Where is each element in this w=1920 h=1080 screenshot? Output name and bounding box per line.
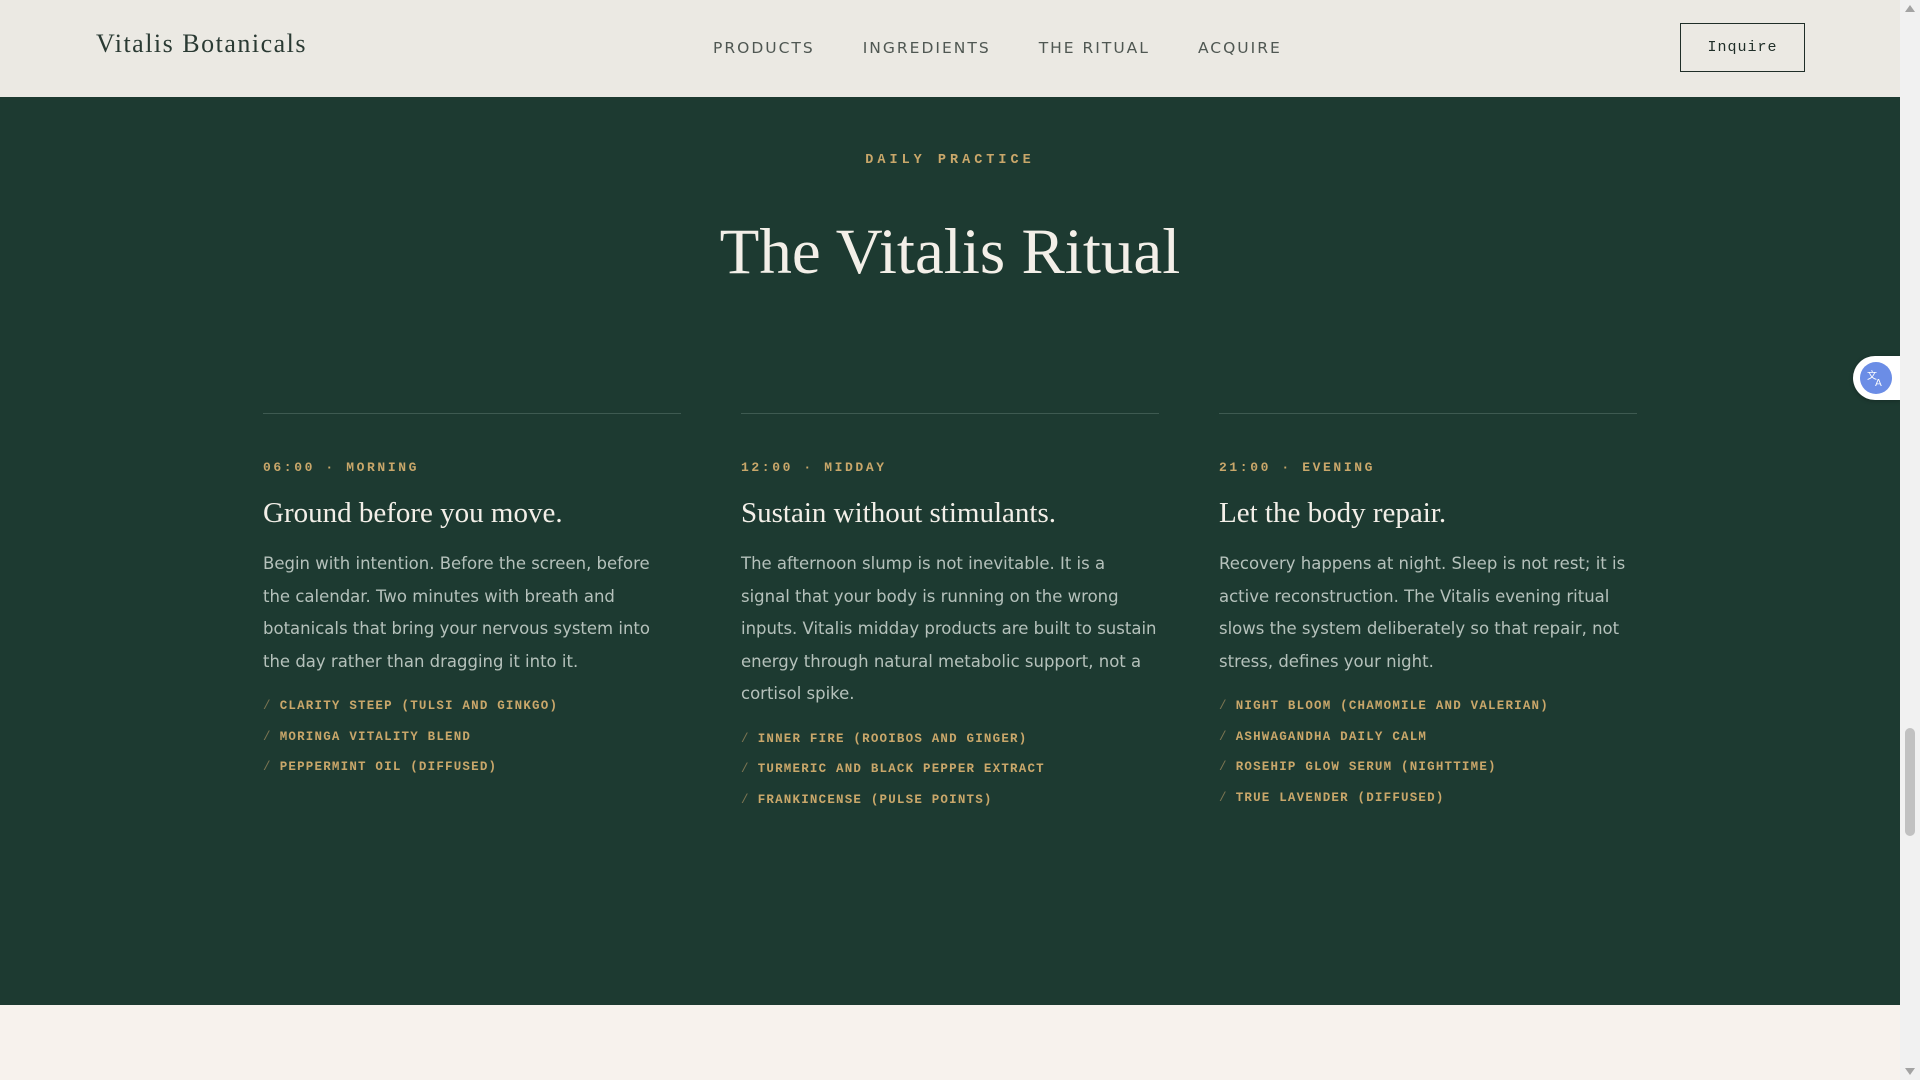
column-body: The afternoon slump is not inevitable. I… xyxy=(741,554,1157,703)
list-item: / NIGHT BLOOM (CHAMOMILE AND VALERIAN) xyxy=(1219,691,1637,722)
product-list: / INNER FIRE (ROOIBOS AND GINGER) / TURMER… xyxy=(741,724,1159,816)
list-item: / FRANKINCENSE (PULSE POINTS) xyxy=(741,785,1159,816)
list-item: / ASHWAGANDHA DAILY CALM xyxy=(1219,722,1637,753)
list-item: / MORINGA VITALITY BLEND xyxy=(263,722,681,753)
product-list: / CLARITY STEEP (TULSI AND GINKGO) / MORIN… xyxy=(263,691,681,783)
list-item: / TURMERIC AND BLACK PEPPER EXTRACT xyxy=(741,754,1159,785)
column-heading: Ground before you move. xyxy=(263,497,563,529)
section-eyebrow: DAILY PRACTICE xyxy=(865,153,1035,168)
list-marker: / xyxy=(263,760,272,774)
ritual-column-midday: 12:00 · MIDDAY Sustain without stimulant… xyxy=(741,413,1159,815)
ritual-section: DAILY PRACTICE The Vitalis Ritual 06:00 … xyxy=(0,97,1900,1005)
list-item-label: ROSEHIP GLOW SERUM (NIGHTTIME) xyxy=(1235,760,1497,774)
column-heading: Let the body repair. xyxy=(1219,497,1447,529)
scroll-up-icon[interactable] xyxy=(1905,5,1915,12)
list-marker: / xyxy=(263,729,272,744)
translate-icon: 文 A xyxy=(1860,362,1892,394)
column-time: 12:00 · MIDDAY xyxy=(741,460,887,475)
list-marker: / xyxy=(741,792,750,807)
nav-acquire[interactable]: ACQUIRE xyxy=(1198,39,1282,57)
list-item: / INNER FIRE (ROOIBOS AND GINGER) xyxy=(741,724,1159,755)
list-item-label: TRUE LAVENDER (DIFFUSED) xyxy=(1235,790,1445,805)
site-header: Vitalis Botanicals PRODUCTS INGREDIENTS … xyxy=(0,0,1900,97)
list-item-label: NIGHT BLOOM (CHAMOMILE AND VALERIAN) xyxy=(1235,699,1549,713)
nav-products[interactable]: PRODUCTS xyxy=(713,39,815,57)
list-item-label: CLARITY STEEP (TULSI AND GINKGO) xyxy=(279,699,559,713)
column-time: 21:00 · EVENING xyxy=(1219,460,1376,475)
list-marker: / xyxy=(1219,699,1228,713)
page-scrollbar[interactable] xyxy=(1900,0,1920,1080)
svg-text:A: A xyxy=(1875,378,1882,388)
ritual-column-evening: 21:00 · EVENING Let the body repair. Rec… xyxy=(1219,413,1637,813)
list-marker: / xyxy=(1219,760,1228,774)
list-item-label: MORINGA VITALITY BLEND xyxy=(279,729,472,744)
column-heading: Sustain without stimulants. xyxy=(741,497,1056,529)
main-nav: PRODUCTS INGREDIENTS THE RITUAL ACQUIRE xyxy=(713,39,1282,57)
list-marker: / xyxy=(263,699,272,713)
list-marker: / xyxy=(741,762,750,776)
list-item-label: PEPPERMINT OIL (DIFFUSED) xyxy=(279,760,498,774)
product-list: / NIGHT BLOOM (CHAMOMILE AND VALERIAN) / A… xyxy=(1219,691,1637,813)
list-item: / PEPPERMINT OIL (DIFFUSED) xyxy=(263,752,681,783)
list-item: / CLARITY STEEP (TULSI AND GINKGO) xyxy=(263,691,681,722)
column-time: 06:00 · MORNING xyxy=(263,460,420,475)
brand-logo[interactable]: Vitalis Botanicals xyxy=(96,29,307,59)
list-item-label: FRANKINCENSE (PULSE POINTS) xyxy=(757,792,993,807)
list-marker: / xyxy=(1219,790,1228,805)
scroll-thumb[interactable] xyxy=(1905,728,1915,836)
scroll-down-icon[interactable] xyxy=(1905,1068,1915,1075)
list-item-label: ASHWAGANDHA DAILY CALM xyxy=(1235,729,1428,744)
nav-the-ritual[interactable]: THE RITUAL xyxy=(1039,39,1150,57)
ritual-column-morning: 06:00 · MORNING Ground before you move. … xyxy=(263,413,681,783)
list-item-label: INNER FIRE (ROOIBOS AND GINGER) xyxy=(757,731,1028,746)
list-item: / ROSEHIP GLOW SERUM (NIGHTTIME) xyxy=(1219,752,1637,783)
column-body: Recovery happens at night. Sleep is not … xyxy=(1219,554,1626,671)
list-marker: / xyxy=(741,731,750,746)
list-item: / TRUE LAVENDER (DIFFUSED) xyxy=(1219,783,1637,814)
inquire-button[interactable]: Inquire xyxy=(1680,23,1805,72)
column-body: Begin with intention. Before the screen,… xyxy=(263,554,650,671)
translate-button[interactable]: 文 A xyxy=(1853,356,1900,400)
section-title: The Vitalis Ritual xyxy=(719,216,1181,288)
list-marker: / xyxy=(1219,729,1228,744)
list-item-label: TURMERIC AND BLACK PEPPER EXTRACT xyxy=(757,762,1045,776)
nav-ingredients[interactable]: INGREDIENTS xyxy=(863,39,991,57)
